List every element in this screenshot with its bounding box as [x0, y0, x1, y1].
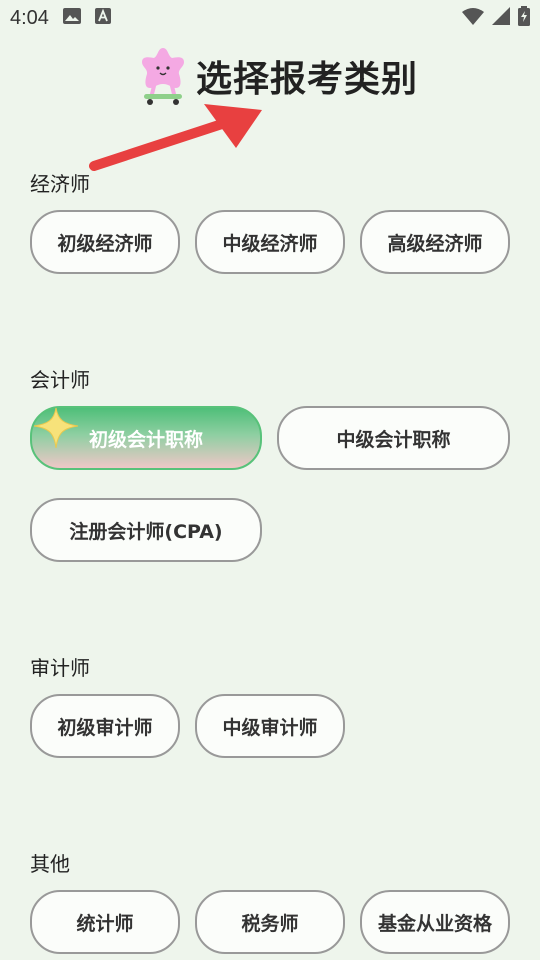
wifi-icon: [462, 7, 484, 29]
signal-icon: [492, 7, 510, 29]
battery-charging-icon: [518, 6, 530, 30]
option-cpa[interactable]: 注册会计师(CPA): [30, 498, 262, 562]
option-intermediate-auditor[interactable]: 中级审计师: [195, 694, 345, 758]
section-title-economist: 经济师: [30, 172, 90, 196]
option-label: 初级会计职称: [88, 428, 203, 451]
option-senior-economist[interactable]: 高级经济师: [360, 210, 510, 274]
option-statistician[interactable]: 统计师: [30, 890, 180, 954]
sparkle-star-icon: [33, 407, 79, 449]
section-title-accountant: 会计师: [30, 368, 90, 392]
option-junior-economist[interactable]: 初级经济师: [30, 210, 180, 274]
font-notification-icon: [94, 8, 111, 28]
option-tax-advisor[interactable]: 税务师: [195, 890, 345, 954]
section-title-auditor: 审计师: [30, 656, 90, 680]
option-junior-auditor[interactable]: 初级审计师: [30, 694, 180, 758]
option-fund-qualification[interactable]: 基金从业资格: [360, 890, 510, 954]
page-title: 选择报考类别: [196, 59, 419, 100]
status-bar: 4:04: [0, 0, 540, 36]
arrow-icon: [89, 104, 262, 171]
status-time: 4:04: [10, 6, 49, 29]
image-notification-icon: [62, 8, 81, 28]
option-intermediate-accounting[interactable]: 中级会计职称: [277, 406, 510, 470]
section-title-other: 其他: [30, 852, 70, 876]
option-intermediate-economist[interactable]: 中级经济师: [195, 210, 345, 274]
option-junior-accounting-selected[interactable]: 初级会计职称: [30, 406, 262, 470]
